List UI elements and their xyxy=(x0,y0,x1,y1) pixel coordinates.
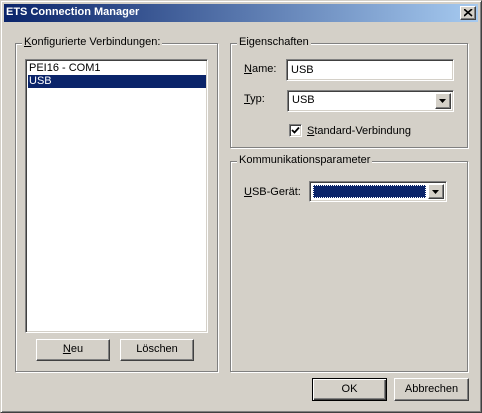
checkmark-icon xyxy=(291,126,300,134)
dialog-window: ETS Connection Manager Konfigurierte Ver… xyxy=(0,0,482,413)
title-bar[interactable]: ETS Connection Manager xyxy=(4,4,478,22)
delete-button[interactable]: Löschen xyxy=(120,339,194,361)
type-select-value: USB xyxy=(292,94,315,106)
close-icon xyxy=(464,9,473,17)
list-item-selected[interactable]: USB xyxy=(28,75,206,88)
comm-params-group-label: Kommunikationsparameter xyxy=(237,154,373,166)
type-dropdown-button[interactable] xyxy=(435,93,451,109)
close-button[interactable] xyxy=(460,6,476,20)
standard-connection-checkbox[interactable] xyxy=(289,124,302,137)
standard-connection-label[interactable]: Standard-Verbindung xyxy=(307,125,411,137)
new-button[interactable]: Neu xyxy=(36,339,110,361)
usb-device-label: USB-Gerät: xyxy=(244,186,301,198)
type-label: Typ: xyxy=(244,93,265,105)
connections-group-label: Konfigurierte Verbindungen: xyxy=(22,36,163,48)
name-label: Name: xyxy=(244,63,277,75)
chevron-down-icon xyxy=(439,99,446,103)
name-field-value: USB xyxy=(291,64,314,76)
properties-group-label: Eigenschaften xyxy=(237,36,311,48)
name-field[interactable]: USB xyxy=(286,59,454,81)
usb-device-selection xyxy=(313,185,426,198)
usb-device-dropdown-button[interactable] xyxy=(428,184,444,199)
list-item[interactable]: PEI16 - COM1 xyxy=(28,62,206,75)
ok-button[interactable]: OK xyxy=(312,378,387,401)
type-select[interactable]: USB xyxy=(287,90,454,112)
chevron-down-icon xyxy=(432,190,439,194)
cancel-button[interactable]: Abbrechen xyxy=(394,378,469,401)
window-title: ETS Connection Manager xyxy=(6,6,140,18)
connections-listbox[interactable]: PEI16 - COM1 USB xyxy=(25,59,208,333)
usb-device-select[interactable] xyxy=(309,181,447,202)
